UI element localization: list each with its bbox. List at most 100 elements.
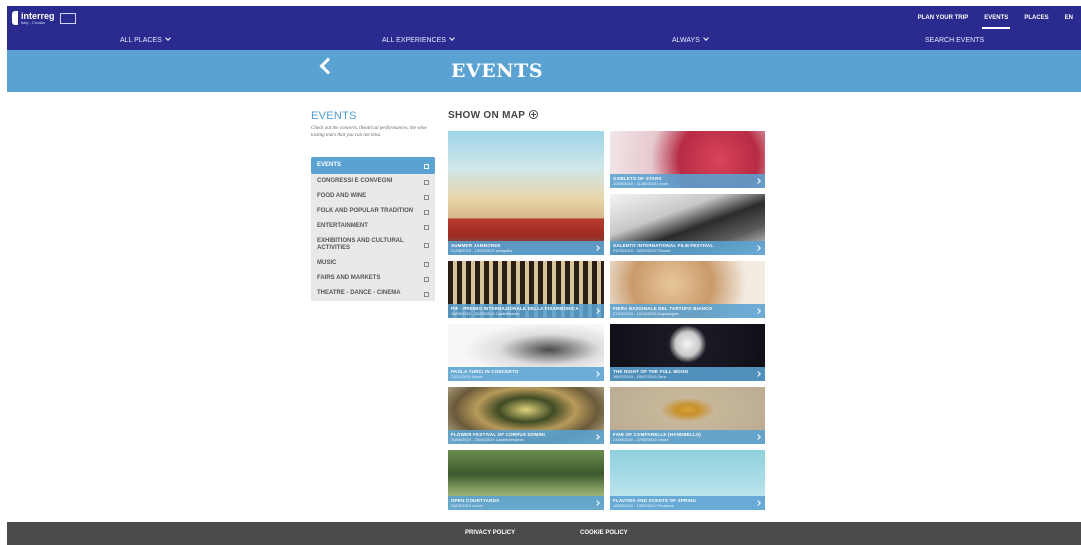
event-caption: FLAVORS AND SCENTS OF SPRING 18/05/2019 -…: [610, 496, 765, 510]
cookie-policy-link[interactable]: COOKIE POLICY: [580, 522, 628, 545]
event-caption: PAOLA TURCI IN CONCERTO 23/11/2019 Lecce: [448, 367, 604, 381]
search-events-link[interactable]: SEARCH EVENTS: [925, 31, 984, 50]
event-caption: PIF - PREMIO INTERNAZIONALE DELLA FISARM…: [448, 304, 604, 318]
interreg-logo[interactable]: interreg Italy - Croatia: [12, 9, 76, 27]
category-filter-list: EVENTS CONGRESSI E CONVEGNI FOOD AND WIN…: [311, 157, 435, 301]
places-dropdown[interactable]: ALL PLACES: [120, 31, 171, 50]
event-card[interactable]: PAOLA TURCI IN CONCERTO 23/11/2019 Lecce: [448, 324, 604, 381]
event-dates: 01/08/2019 - 10/08/2019 senigallia: [451, 248, 513, 253]
chevron-right-icon: [594, 308, 600, 314]
filter-label: FAIRS AND MARKETS: [317, 275, 381, 281]
chevron-right-icon: [594, 500, 600, 506]
time-dropdown-label: ALWAYS: [672, 37, 700, 44]
back-arrow-icon[interactable]: [319, 57, 337, 75]
top-nav: PLAN YOUR TRIP EVENTS PLACES EN: [910, 6, 1081, 31]
logo-brand: interreg: [21, 10, 55, 21]
filter-bar: ALL PLACES ALL EXPERIENCES ALWAYS SEARCH…: [7, 31, 1081, 50]
experiences-dropdown-label: ALL EXPERIENCES: [382, 37, 446, 44]
event-card[interactable]: SALENTO INTERNATIONAL FILM FESTIVAL 01/09…: [610, 194, 765, 255]
chevron-down-icon: [449, 35, 455, 41]
filter-label: THEATRE - DANCE - CINEMA: [317, 290, 401, 296]
event-dates: 01/09/2019 - 08/09/2019 Tricase: [613, 248, 671, 253]
chevron-right-icon: [755, 245, 761, 251]
sidebar: EVENTS Check out the concerts, theatrica…: [311, 110, 435, 301]
nav-events[interactable]: EVENTS: [976, 6, 1016, 31]
event-dates: 24/05/2019 - 27/05/2019 Lecce: [613, 437, 669, 442]
checkbox-icon[interactable]: [424, 194, 429, 200]
event-dates: 23/11/2019 Lecce: [451, 374, 483, 379]
chevron-right-icon: [594, 245, 600, 251]
event-image: [448, 131, 604, 255]
filter-exhibitions[interactable]: EXHIBITIONS AND CULTURAL ACTIVITIES: [311, 234, 435, 256]
chevron-right-icon: [755, 500, 761, 506]
event-dates: 25/05/2019 Lecce: [451, 503, 483, 508]
time-dropdown[interactable]: ALWAYS: [672, 31, 709, 50]
event-caption: FAIR OF CAMPARELLE (HANDBELLS) 24/05/2019…: [610, 430, 765, 444]
checkbox-icon[interactable]: [424, 224, 429, 230]
filter-entertainment[interactable]: ENTERTAINMENT: [311, 219, 435, 234]
event-caption: FIERA NAZIONALE DEL TARTUFO BIANCO 27/10/…: [610, 304, 765, 318]
filter-label: EXHIBITIONS AND CULTURAL ACTIVITIES: [317, 238, 404, 251]
checkbox-icon[interactable]: [424, 179, 429, 185]
chevron-right-icon: [755, 308, 761, 314]
filter-label: EVENTS: [317, 162, 342, 168]
chevron-right-icon: [755, 371, 761, 377]
event-card[interactable]: PIF - PREMIO INTERNAZIONALE DELLA FISARM…: [448, 261, 604, 318]
filter-food-and-wine[interactable]: FOOD AND WINE: [311, 189, 435, 204]
event-card[interactable]: THE NIGHT OF THE FULL MOON 18/07/2019 - 1…: [610, 324, 765, 381]
filter-label: FOOD AND WINE: [317, 193, 367, 199]
event-caption: SUMMER JAMBOREE 01/08/2019 - 10/08/2019 s…: [448, 241, 604, 255]
event-caption: SALENTO INTERNATIONAL FILM FESTIVAL 01/09…: [610, 241, 765, 255]
checkbox-icon[interactable]: [424, 209, 429, 215]
filter-label: CONGRESSI E CONVEGNI: [317, 178, 393, 184]
checkbox-icon[interactable]: [424, 276, 429, 282]
filter-label: MUSIC: [317, 260, 337, 266]
sidebar-description: Check out the concerts, theatrical perfo…: [311, 126, 427, 138]
event-dates: 10/08/2019 - 11/08/2019 Lecce: [613, 181, 669, 186]
event-card[interactable]: FLAVORS AND SCENTS OF SPRING 18/05/2019 -…: [610, 450, 765, 510]
event-card[interactable]: FLOWER FESTIVAL OF CORPUS DOMINI 20/06/20…: [448, 387, 604, 444]
event-card[interactable]: SUMMER JAMBOREE 01/08/2019 - 10/08/2019 s…: [448, 131, 604, 255]
sidebar-title: EVENTS: [311, 110, 357, 122]
page-title: EVENTS: [451, 60, 543, 82]
language-selector[interactable]: EN: [1057, 6, 1081, 31]
chevron-right-icon: [594, 371, 600, 377]
event-caption: OPEN COURTYARDS 25/05/2019 Lecce: [448, 496, 604, 510]
footer: PRIVACY POLICY COOKIE POLICY: [7, 522, 1081, 545]
event-card[interactable]: OPEN COURTYARDS 25/05/2019 Lecce: [448, 450, 604, 510]
experiences-dropdown[interactable]: ALL EXPERIENCES: [382, 31, 455, 50]
event-card[interactable]: FIERA NAZIONALE DEL TARTUFO BIANCO 27/10/…: [610, 261, 765, 318]
title-banner: EVENTS: [7, 50, 1081, 92]
eu-flag-icon: [59, 12, 76, 24]
filter-folk-tradition[interactable]: FOLK AND POPULAR TRADITION: [311, 204, 435, 219]
chevron-right-icon: [755, 434, 761, 440]
chevron-down-icon: [164, 35, 171, 41]
filter-music[interactable]: MUSIC: [311, 256, 435, 271]
filter-events[interactable]: EVENTS: [311, 157, 435, 174]
nav-plan-your-trip[interactable]: PLAN YOUR TRIP: [910, 6, 977, 31]
nav-places[interactable]: PLACES: [1016, 6, 1056, 31]
event-dates: 18/05/2019 - 19/05/2019 Frontone: [613, 503, 674, 508]
event-dates: 18/07/2019 - 19/07/2019 Zara: [613, 374, 666, 379]
top-header: interreg Italy - Croatia PLAN YOUR TRIP …: [7, 6, 1081, 31]
event-card[interactable]: FAIR OF CAMPARELLE (HANDBELLS) 24/05/2019…: [610, 387, 765, 444]
event-card[interactable]: GOBLETS OF STARS 10/08/2019 - 11/08/2019 …: [610, 131, 765, 188]
filter-congressi[interactable]: CONGRESSI E CONVEGNI: [311, 174, 435, 189]
checkbox-icon[interactable]: [424, 291, 429, 297]
chevron-down-icon: [703, 35, 709, 41]
checkbox-icon[interactable]: [424, 163, 429, 169]
places-dropdown-label: ALL PLACES: [120, 37, 162, 44]
chevron-right-icon: [755, 178, 761, 184]
checkbox-icon[interactable]: [424, 243, 429, 248]
privacy-policy-link[interactable]: PRIVACY POLICY: [465, 522, 515, 545]
filter-fairs-markets[interactable]: FAIRS AND MARKETS: [311, 271, 435, 286]
show-on-map-label: SHOW ON MAP: [448, 110, 526, 121]
event-caption: THE NIGHT OF THE FULL MOON 18/07/2019 - 1…: [610, 367, 765, 381]
checkbox-icon[interactable]: [424, 261, 429, 267]
filter-label: ENTERTAINMENT: [317, 223, 368, 229]
show-on-map-button[interactable]: SHOW ON MAP: [448, 109, 539, 121]
event-caption: FLOWER FESTIVAL OF CORPUS DOMINI 20/06/20…: [448, 430, 604, 444]
event-caption: GOBLETS OF STARS 10/08/2019 - 11/08/2019 …: [610, 174, 765, 188]
event-dates: 20/06/2019 - 23/06/2019 Castelraimondo: [451, 437, 524, 442]
filter-theatre-dance-cinema[interactable]: THEATRE - DANCE - CINEMA: [311, 286, 435, 301]
